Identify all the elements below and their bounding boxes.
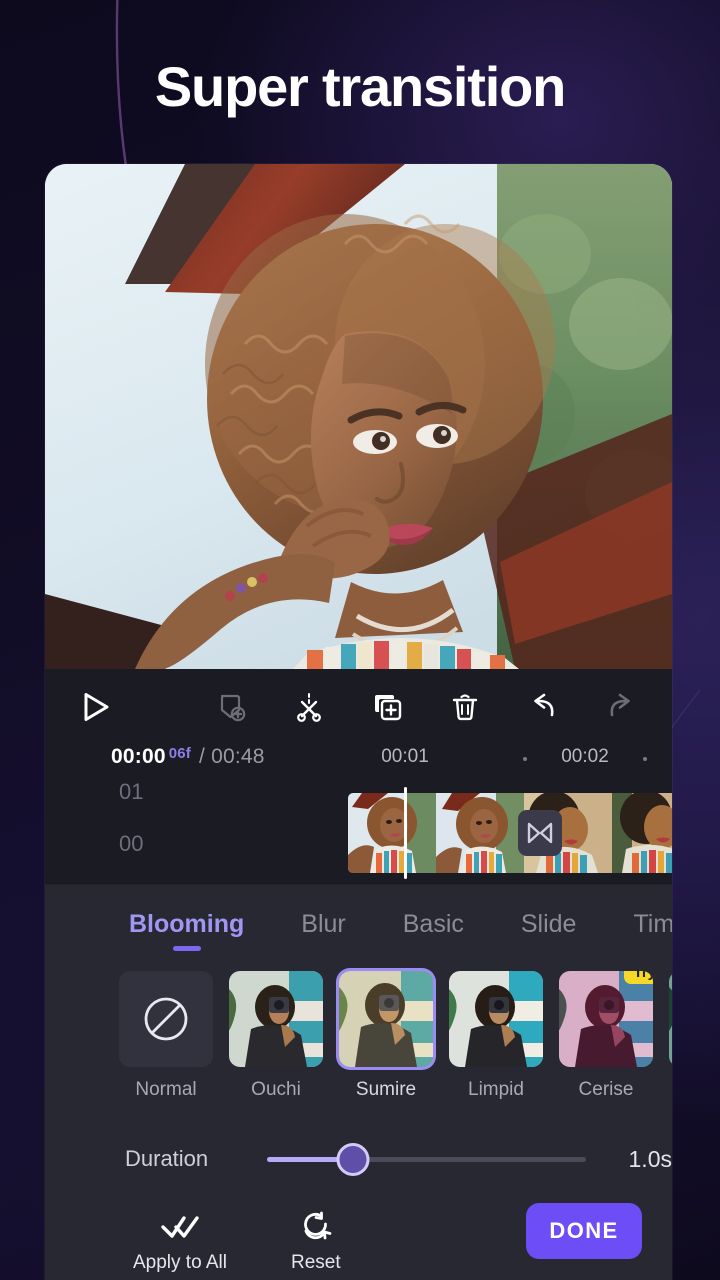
ruler-tick: 00:02 bbox=[561, 746, 609, 768]
timecode-display: 00:00 06f / 00:48 bbox=[111, 745, 265, 769]
tab-slide[interactable]: Slide bbox=[521, 910, 577, 953]
tab-blooming[interactable]: Blooming bbox=[129, 910, 244, 953]
timecode-frames: 06f bbox=[169, 745, 191, 762]
double-check-icon bbox=[160, 1213, 200, 1241]
undo-icon bbox=[526, 690, 560, 724]
effect-item-sumire[interactable]: Sumire bbox=[339, 971, 433, 1101]
ruler-tick: 00:01 bbox=[381, 746, 429, 768]
effect-label: Limpid bbox=[449, 1079, 543, 1101]
timeline-ruler[interactable]: 00:01 . 00:02 00:03 bbox=[345, 746, 672, 776]
effect-item-fujin[interactable]: Fujin bbox=[669, 971, 672, 1101]
tab-time[interactable]: Time bbox=[633, 910, 672, 953]
trash-icon bbox=[449, 691, 481, 723]
undo-button[interactable] bbox=[526, 690, 560, 724]
add-keyframe-button[interactable] bbox=[214, 690, 248, 724]
timeline[interactable]: 01 00 bbox=[45, 781, 672, 885]
apply-to-all-label: Apply to All bbox=[133, 1252, 227, 1274]
effects-list[interactable]: Normal bbox=[45, 953, 672, 1101]
app-window: 00:00 06f / 00:48 00:01 . 00:02 00:03 01… bbox=[45, 164, 672, 1280]
timecode-current: 00:00 bbox=[111, 745, 166, 769]
split-button[interactable] bbox=[292, 690, 326, 724]
action-bar: Apply to All Reset DONE bbox=[45, 1187, 672, 1280]
timeline-divider bbox=[45, 884, 672, 885]
effect-item-normal[interactable]: Normal bbox=[119, 971, 213, 1101]
apply-to-all-button[interactable]: Apply to All bbox=[133, 1209, 227, 1274]
duration-value: 1.0s bbox=[629, 1146, 672, 1173]
transition-marker[interactable] bbox=[518, 810, 562, 856]
ruler-dot bbox=[523, 757, 527, 761]
category-tabs: Blooming Blur Basic Slide Time bbox=[45, 887, 672, 953]
effect-thumbnail[interactable] bbox=[669, 971, 672, 1067]
effect-label: Ouchi bbox=[229, 1079, 323, 1101]
effect-thumbnail[interactable] bbox=[449, 971, 543, 1067]
refresh-icon bbox=[299, 1211, 333, 1243]
effect-label: Sumire bbox=[339, 1079, 433, 1101]
effect-thumbnail[interactable] bbox=[339, 971, 433, 1067]
effect-label: Normal bbox=[119, 1079, 213, 1101]
scissors-icon bbox=[293, 691, 325, 723]
effect-label: Fujin bbox=[669, 1079, 672, 1101]
transition-effects-panel: Blooming Blur Basic Slide Time Normal bbox=[45, 885, 672, 1280]
filmstrip-frame[interactable] bbox=[436, 793, 524, 873]
effect-label: Cerise bbox=[559, 1079, 653, 1101]
duplicate-button[interactable] bbox=[370, 690, 404, 724]
tab-basic[interactable]: Basic bbox=[403, 910, 464, 953]
tab-blur[interactable]: Blur bbox=[301, 910, 345, 953]
no-entry-icon bbox=[139, 992, 193, 1046]
clip-filmstrip[interactable] bbox=[348, 793, 672, 873]
delete-button[interactable] bbox=[448, 690, 482, 724]
track-label: 01 bbox=[119, 779, 143, 805]
effect-item-ouchi[interactable]: Ouchi bbox=[229, 971, 323, 1101]
effect-thumbnail[interactable] bbox=[229, 971, 323, 1067]
done-button[interactable]: DONE bbox=[526, 1203, 642, 1259]
reset-label: Reset bbox=[291, 1252, 341, 1274]
duration-slider[interactable] bbox=[267, 1147, 585, 1171]
timecode-total: / 00:48 bbox=[199, 745, 265, 769]
try-badge: Try bbox=[624, 971, 653, 984]
playhead[interactable] bbox=[404, 787, 407, 879]
transition-bowtie-icon bbox=[526, 821, 554, 845]
effect-item-limpid[interactable]: Limpid bbox=[449, 971, 543, 1101]
duration-row: Duration 1.0s bbox=[45, 1101, 672, 1187]
filmstrip-frame[interactable] bbox=[348, 793, 436, 873]
play-icon bbox=[75, 687, 115, 727]
video-preview[interactable] bbox=[45, 164, 672, 669]
reset-button[interactable]: Reset bbox=[291, 1209, 341, 1274]
play-button[interactable] bbox=[71, 683, 119, 731]
page-title: Super transition bbox=[0, 54, 720, 119]
editor-controls: 00:00 06f / 00:48 00:01 . 00:02 00:03 01… bbox=[45, 669, 672, 885]
filmstrip-frame[interactable] bbox=[612, 793, 672, 873]
effect-thumbnail[interactable] bbox=[119, 971, 213, 1067]
track-label: 00 bbox=[119, 831, 143, 857]
timeline-toolbar bbox=[45, 669, 672, 745]
effect-thumbnail[interactable]: Try bbox=[559, 971, 653, 1067]
duplicate-icon bbox=[371, 691, 403, 723]
redo-icon bbox=[604, 690, 638, 724]
add-keyframe-icon bbox=[215, 691, 247, 723]
timecode-row: 00:00 06f / 00:48 00:01 . 00:02 00:03 bbox=[45, 745, 672, 781]
duration-label: Duration bbox=[125, 1146, 254, 1172]
ruler-dot bbox=[643, 757, 647, 761]
redo-button[interactable] bbox=[604, 690, 638, 724]
slider-thumb[interactable] bbox=[337, 1143, 370, 1176]
effect-item-cerise[interactable]: Try C bbox=[559, 971, 653, 1101]
